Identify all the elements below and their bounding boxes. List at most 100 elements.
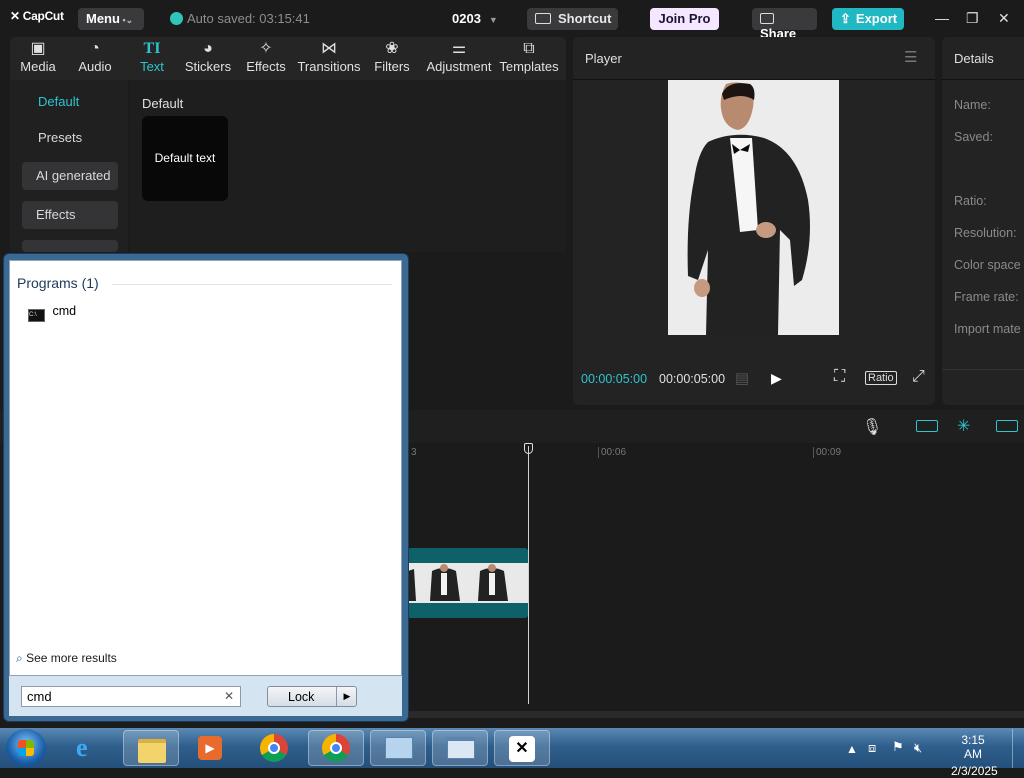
- tool-label: Transitions: [297, 59, 361, 74]
- start-menu-results: [9, 260, 402, 676]
- clear-icon[interactable]: ✕: [224, 689, 234, 703]
- section-title: Default: [142, 96, 184, 111]
- details-footer: [942, 369, 1024, 406]
- project-name[interactable]: 0203 ▼: [452, 11, 498, 26]
- audio-icon: ◔: [90, 40, 100, 57]
- timeline-scrollbar[interactable]: [408, 711, 1024, 718]
- grid-icon[interactable]: ▤: [735, 369, 749, 387]
- share-icon: [760, 13, 774, 24]
- tool-audio[interactable]: ◔ Audio: [72, 37, 118, 80]
- total-time: 00:00:05:00: [659, 372, 726, 386]
- folder-icon: [138, 739, 166, 763]
- zoom-fit-icon[interactable]: ⛶: [834, 368, 845, 386]
- lock-button[interactable]: Lock ▶: [267, 686, 357, 707]
- taskbar-file-explorer[interactable]: [123, 730, 179, 766]
- shortcut-button[interactable]: Shortcut: [527, 8, 618, 30]
- taskbar-control-panel[interactable]: [370, 730, 426, 766]
- chevron-down-icon: •⌄: [119, 15, 134, 25]
- join-pro-button[interactable]: Join Pro: [650, 8, 719, 30]
- close-icon[interactable]: ✕: [998, 10, 1010, 27]
- network-icon[interactable]: ⧈: [868, 740, 876, 756]
- auto-snap-icon[interactable]: ✳: [957, 416, 970, 436]
- logo-icon: ✕: [10, 9, 23, 23]
- tool-label: Filters: [374, 59, 410, 74]
- templates-icon: ⧉: [523, 40, 535, 57]
- microphone-icon[interactable]: 🎙︎: [862, 417, 882, 437]
- hamburger-icon[interactable]: ☰: [904, 48, 917, 66]
- taskbar-media-player[interactable]: ▶: [182, 730, 238, 766]
- check-icon: [170, 12, 183, 25]
- show-desktop-button[interactable]: [1012, 729, 1024, 768]
- taskbar-capcut[interactable]: ✕: [494, 730, 550, 766]
- start-search-input[interactable]: cmd ✕: [21, 686, 241, 707]
- action-center-flag-icon[interactable]: ⚑: [892, 739, 904, 755]
- category-effects[interactable]: Effects: [22, 201, 118, 229]
- export-label: Export: [855, 11, 898, 26]
- current-time: 00:00:05:00: [581, 372, 648, 386]
- linkage-icon[interactable]: [996, 420, 1018, 432]
- tool-media[interactable]: ▣ Media: [14, 37, 62, 80]
- tool-label: Text: [140, 59, 164, 74]
- tool-effects[interactable]: ✧ Effects: [244, 37, 288, 80]
- detail-label-name: Name:: [954, 98, 991, 112]
- video-preview[interactable]: [668, 80, 839, 335]
- taskbar-chrome[interactable]: [247, 730, 303, 766]
- ratio-button[interactable]: Ratio: [865, 371, 897, 385]
- window-icon: [447, 737, 475, 759]
- taskbar-chrome-active[interactable]: [308, 730, 364, 766]
- main-track-magnet-icon[interactable]: [916, 420, 938, 432]
- category-presets[interactable]: Presets: [22, 124, 118, 152]
- capcut-icon: ✕: [509, 736, 535, 762]
- detail-label-import: Import mate: [954, 322, 1021, 336]
- tool-adjustment[interactable]: ⚌ Adjustment: [424, 37, 494, 80]
- result-label: cmd: [52, 304, 77, 318]
- transitions-icon: ⋈: [321, 40, 337, 57]
- fullscreen-icon[interactable]: ⤢: [912, 368, 925, 386]
- header-divider: [112, 284, 392, 285]
- show-hidden-icons-icon[interactable]: ▲: [846, 742, 858, 756]
- clip-thumbnails: [408, 563, 528, 603]
- stickers-icon: ◕: [203, 40, 213, 57]
- player-header: [573, 37, 935, 80]
- man-in-tuxedo-image: [668, 80, 839, 335]
- default-text-card[interactable]: Default text: [142, 116, 228, 201]
- autosave-status: Auto saved: 03:15:41: [170, 11, 310, 26]
- tool-stickers[interactable]: ◕ Stickers: [182, 37, 234, 80]
- start-button[interactable]: [6, 729, 46, 767]
- see-more-label: See more results: [26, 651, 117, 665]
- tool-transitions[interactable]: ⋈ Transitions: [296, 37, 362, 80]
- playhead[interactable]: [528, 446, 529, 704]
- playhead-handle-icon[interactable]: [524, 443, 533, 454]
- minimize-icon[interactable]: —: [935, 10, 949, 26]
- tool-label: Audio: [78, 59, 112, 74]
- play-icon[interactable]: ▶: [771, 370, 782, 387]
- share-button[interactable]: Share: [752, 8, 817, 41]
- category-ai-generated[interactable]: AI generated: [22, 162, 118, 190]
- tool-label: Templates: [499, 59, 559, 74]
- maximize-icon[interactable]: ❐: [966, 10, 979, 27]
- detail-label-resolution: Resolution:: [954, 226, 1017, 240]
- shortcut-label: Shortcut: [558, 11, 612, 26]
- media-icon: ▣: [30, 40, 46, 57]
- tool-text[interactable]: TI Text: [130, 37, 174, 80]
- taskbar-internet-explorer[interactable]: e: [62, 730, 118, 766]
- lock-options-arrow-icon[interactable]: ▶: [336, 687, 357, 706]
- tool-filters[interactable]: ❀ Filters: [372, 37, 412, 80]
- category-default[interactable]: Default: [22, 88, 118, 116]
- adjustment-icon: ⚌: [451, 40, 467, 57]
- menu-button[interactable]: Menu •⌄: [78, 8, 144, 30]
- internet-explorer-icon: e: [76, 733, 88, 762]
- text-categories: Default Presets AI generated Effects: [10, 80, 128, 252]
- programs-header: Programs (1): [17, 275, 99, 291]
- volume-muted-icon[interactable]: 🔇︎: [914, 740, 922, 756]
- taskbar-window[interactable]: [432, 730, 488, 766]
- result-cmd[interactable]: C:\ cmd: [28, 302, 88, 322]
- media-player-icon: ▶: [198, 736, 222, 760]
- keyboard-icon: [535, 13, 551, 24]
- see-more-results-link[interactable]: ⌕ See more results: [16, 651, 117, 666]
- clock[interactable]: 3:15 AM 2/3/2025: [951, 733, 998, 778]
- details-divider: [942, 79, 1024, 80]
- tool-templates[interactable]: ⧉ Templates: [498, 37, 560, 80]
- category-more[interactable]: [22, 240, 118, 252]
- export-button[interactable]: ⇪ Export: [832, 8, 904, 30]
